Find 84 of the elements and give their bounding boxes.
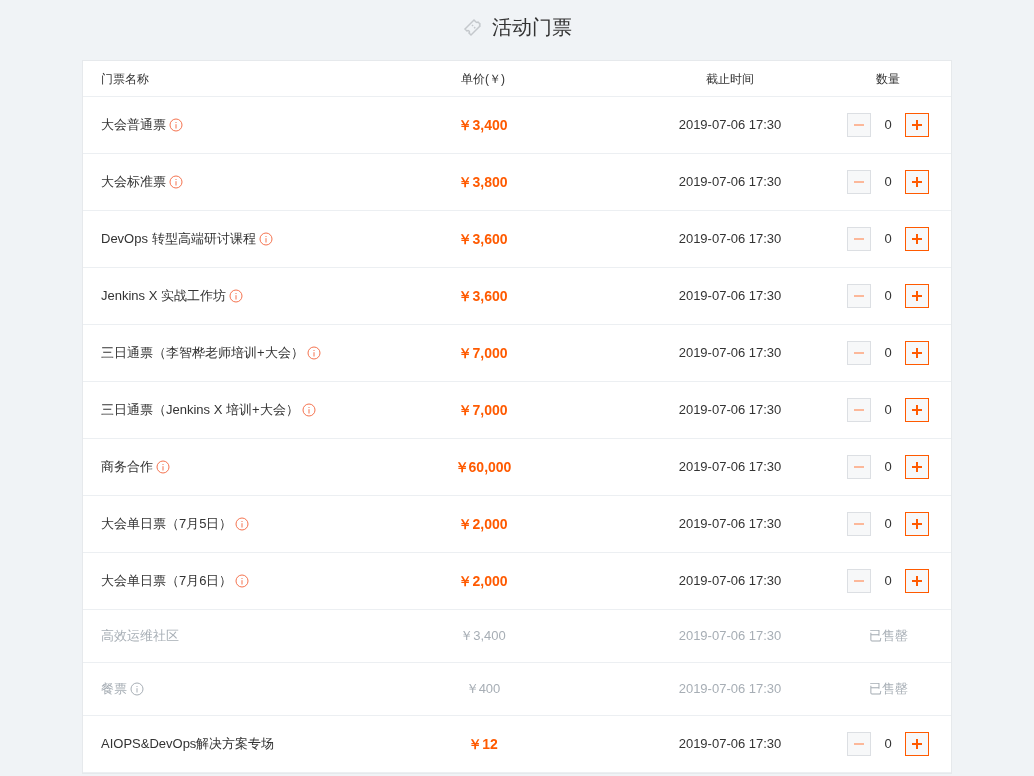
info-icon[interactable] — [169, 175, 183, 189]
deadline-text: 2019-07-06 17:30 — [678, 628, 782, 644]
ticket-name: Jenkins X 实战工作坊 — [101, 287, 226, 306]
plus-icon — [911, 290, 923, 302]
info-icon[interactable] — [301, 403, 316, 417]
info-icon[interactable] — [156, 460, 170, 474]
quantity-value: 0 — [883, 230, 893, 249]
deadline-text: 2019-07-06 17:30 — [678, 288, 782, 304]
info-icon[interactable] — [229, 289, 243, 303]
increase-button[interactable] — [905, 455, 929, 479]
plus-icon — [911, 176, 923, 188]
quantity-value: 0 — [883, 344, 893, 363]
deadline-text: 2019-07-06 17:30 — [678, 459, 782, 475]
plus-icon — [911, 461, 923, 473]
ticket-price: ￥3,600 — [458, 287, 508, 304]
ticket-price: ￥7,000 — [458, 344, 508, 361]
deadline-text: 2019-07-06 17:30 — [678, 736, 782, 752]
quantity-value: 0 — [883, 735, 893, 754]
ticket-name: 商务合作 — [101, 458, 153, 477]
increase-button[interactable] — [905, 227, 929, 251]
ticket-price: ￥400 — [465, 681, 501, 697]
deadline-text: 2019-07-06 17:30 — [678, 516, 782, 532]
plus-icon — [911, 575, 923, 587]
info-icon[interactable] — [258, 232, 273, 246]
column-header: 单价(￥) — [461, 71, 505, 86]
quantity-value: 0 — [883, 515, 893, 534]
page-title: 活动门票 — [492, 15, 572, 40]
plus-icon — [911, 119, 923, 131]
ticket-price: ￥2,000 — [458, 515, 508, 532]
ticket-icon — [462, 16, 484, 38]
info-icon[interactable] — [306, 346, 321, 360]
info-icon[interactable] — [235, 574, 250, 588]
increase-button[interactable] — [905, 341, 929, 365]
ticket-name: 大会标准票 — [101, 173, 166, 192]
ticket-price: ￥3,400 — [458, 116, 508, 133]
increase-button[interactable] — [905, 113, 929, 137]
ticket-name: 大会普通票 — [101, 116, 166, 135]
deadline-text: 2019-07-06 17:30 — [678, 402, 782, 418]
quantity-value: 0 — [883, 458, 893, 477]
ticket-name: 大会单日票（7月5日） — [101, 515, 233, 534]
quantity-value: 0 — [883, 287, 893, 306]
deadline-text: 2019-07-06 17:30 — [678, 681, 782, 697]
increase-button[interactable] — [905, 398, 929, 422]
quantity-value: 0 — [883, 116, 893, 135]
ticket-price: ￥12 — [468, 735, 498, 752]
ticket-price: ￥3,400 — [460, 628, 506, 644]
plus-icon — [911, 347, 923, 359]
info-icon[interactable] — [235, 517, 250, 531]
ticket-name: AIOPS&DevOps解决方案专场 — [101, 735, 275, 754]
ticket-name: 三日通票（Jenkins X 培训+大会） — [101, 401, 299, 420]
column-header: 门票名称 — [101, 71, 149, 86]
increase-button[interactable] — [905, 569, 929, 593]
sold-out-label: 已售罄 — [868, 627, 908, 646]
ticket-name: DevOps 转型高端研讨课程 — [101, 230, 256, 249]
ticket-price: ￥3,800 — [458, 173, 508, 190]
deadline-text: 2019-07-06 17:30 — [678, 174, 782, 190]
increase-button[interactable] — [905, 512, 929, 536]
quantity-value: 0 — [883, 572, 893, 591]
quantity-value: 0 — [883, 401, 893, 420]
column-header: 数量 — [876, 71, 900, 86]
ticket-name: 三日通票（李智桦老师培训+大会） — [101, 344, 304, 363]
deadline-text: 2019-07-06 17:30 — [678, 345, 782, 361]
plus-icon — [911, 404, 923, 416]
plus-icon — [911, 233, 923, 245]
sold-out-label: 已售罄 — [868, 680, 908, 699]
ticket-price: ￥3,600 — [458, 230, 508, 247]
plus-icon — [911, 738, 923, 750]
ticket-price: ￥2,000 — [458, 572, 508, 589]
ticket-name: 餐票 — [101, 680, 127, 699]
quantity-value: 0 — [883, 173, 893, 192]
deadline-text: 2019-07-06 17:30 — [678, 573, 782, 589]
ticket-price: ￥60,000 — [454, 458, 512, 475]
deadline-text: 2019-07-06 17:30 — [678, 117, 782, 133]
increase-button[interactable] — [905, 732, 929, 756]
column-header: 截止时间 — [706, 71, 754, 86]
info-icon[interactable] — [169, 118, 183, 132]
plus-icon — [911, 518, 923, 530]
ticket-name: 大会单日票（7月6日） — [101, 572, 233, 591]
increase-button[interactable] — [905, 170, 929, 194]
ticket-price: ￥7,000 — [458, 401, 508, 418]
info-icon[interactable] — [130, 682, 144, 696]
deadline-text: 2019-07-06 17:30 — [678, 231, 782, 247]
ticket-name: 高效运维社区 — [101, 627, 179, 646]
increase-button[interactable] — [905, 284, 929, 308]
